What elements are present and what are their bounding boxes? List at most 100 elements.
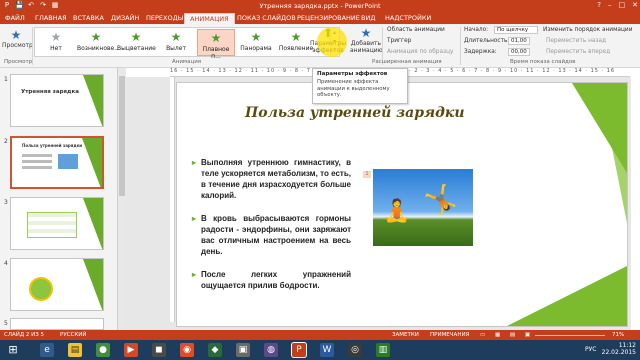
clock-time: 11:12 [618,342,636,349]
vertical-ruler [170,77,175,322]
preview-button[interactable]: ★ Просмотр [2,28,33,49]
thumbnail-slide-1[interactable]: Утренняя зарядка [10,74,104,127]
anim-label: Плавное п... [202,46,230,60]
thumbnail-number: 5 [4,320,8,327]
view-buttons[interactable]: ▭ ▦ ▤ ▣ [480,330,534,340]
scrollbar-thumb[interactable] [119,76,125,196]
tab-addins[interactable]: НАДСТРОЙКИ [380,13,436,24]
ie-icon[interactable]: e [40,343,54,357]
thumbnail-table [27,212,77,238]
thumb-decoration [83,198,103,249]
preview-label: Просмотр [2,42,33,49]
delay-field[interactable]: 00,00 [508,48,530,56]
windows-taskbar: ⊞ e ▤ ● ▶ ◼ ◉ ◆ ▣ ◍ P W ◎ ▥ РУС 11:12 22… [0,340,640,360]
anim-label: Появление [278,45,314,52]
app-icon[interactable]: ◍ [264,343,278,357]
language-indicator[interactable]: РУССКИЙ [60,330,86,340]
separator [32,27,33,65]
duration-label: Длительность: [464,38,510,44]
comments-button[interactable]: ПРИМЕЧАНИЯ [430,330,469,340]
system-clock[interactable]: 11:12 22.02.2015 [602,342,636,356]
title-bar: P 💾 ↶ ↷ ▦ Утренняя зарядка.pptx - PowerP… [0,0,640,12]
app-icon[interactable]: ● [96,343,110,357]
clock-date: 22.02.2015 [601,349,636,356]
move-forward-button[interactable]: Переместить вперед [546,49,610,55]
tooltip-description: Применение эффекта анимации к выделенном… [317,79,390,98]
app-icon[interactable]: ◆ [208,343,222,357]
animation-order-tag[interactable]: 1 [363,171,371,178]
windows-start-icon[interactable]: ⊞ [6,343,20,357]
maximize-button[interactable]: □ [619,1,626,10]
minimize-button[interactable]: – [608,1,612,10]
animation-painter-button[interactable]: Анимация по образцу [387,49,453,55]
slide-photo[interactable]: 🤸 🧘 [373,169,473,246]
firefox-icon[interactable]: ◉ [180,343,194,357]
thumbnail-slide-2[interactable]: Польза утренней зарядки [10,136,104,189]
slide-bullet-2[interactable]: В кровь выбрасываются гормоны радости - … [192,213,351,257]
window-controls: ? – □ ✕ [597,1,638,10]
figure-icon: 🧘 [383,199,411,224]
powerpoint-taskbar-icon[interactable]: P [291,342,307,358]
thumbnail-chart [29,277,53,301]
anim-appear[interactable]: ★ Возникнове... [77,29,120,56]
slide-thumbnails-pane: 1 Утренняя зарядка 2 Польза утренней зар… [0,68,118,330]
tab-insert[interactable]: ВСТАВКА [68,13,109,24]
thumb-decoration [83,75,103,126]
explorer-icon[interactable]: ▤ [68,343,82,357]
thumbnail-slide-3[interactable] [10,197,104,250]
tab-view[interactable]: ВИД [356,13,380,24]
close-button[interactable]: ✕ [632,1,638,10]
separator [460,27,461,65]
cursor-highlight [317,27,347,57]
help-icon[interactable]: ? [597,1,601,10]
slide-counter: СЛАЙД 2 ИЗ 5 [4,332,45,338]
effect-options-tooltip: Параметры эффектов Применение эффекта ан… [312,68,408,104]
anim-zoom[interactable]: ★ Панорама [237,29,275,56]
anim-float-in[interactable]: ★ Плавное п... [197,29,235,60]
tab-file[interactable]: ФАЙЛ [0,13,26,24]
window-title: Утренняя зарядка.pptx - PowerPoint [259,2,381,10]
delay-label: Задержка: [464,49,497,55]
thumbnail-title: Утренняя зарядка [21,89,79,95]
zoom-level[interactable]: 71% [612,330,624,340]
tab-design[interactable]: ДИЗАЙН [106,13,144,24]
status-bar: СЛАЙД 2 ИЗ 5 РУССКИЙ ЗАМЕТКИ ПРИМЕЧАНИЯ … [0,330,640,340]
current-slide[interactable]: Польза утренней зарядки Выполняя утренню… [176,82,628,327]
trigger-button[interactable]: Триггер [387,38,411,44]
app-icon[interactable]: ▶ [124,343,138,357]
star-icon: ★ [210,31,222,45]
thumbnail-slide-5[interactable] [10,318,104,330]
app-icon[interactable]: ◎ [348,343,362,357]
tab-animation[interactable]: АНИМАЦИЯ [184,13,235,24]
slide-title[interactable]: Польза утренней зарядки [245,105,465,121]
zoom-slider[interactable] [535,335,605,336]
app-icon[interactable]: ◼ [152,343,166,357]
app-icon[interactable]: ▣ [236,343,250,357]
group-timing-label: Время показа слайдов [510,59,576,65]
anim-label: Панорама [240,45,272,52]
input-language[interactable]: РУС [585,346,596,353]
anim-none[interactable]: ★ Нет [37,29,75,56]
app-icon[interactable]: ▥ [376,343,390,357]
tab-slideshow[interactable]: ПОКАЗ СЛАЙДОВ [232,13,301,24]
slide-bullet-1[interactable]: Выполняя утреннюю гимнастику, в теле уск… [192,157,351,201]
figure-icon: 🤸 [423,183,458,216]
tab-review[interactable]: РЕЦЕНЗИРОВАНИЕ [292,13,365,24]
anim-fade[interactable]: ★ Выцветание [117,29,156,56]
anim-fly-in[interactable]: ★ Вылет [157,29,195,56]
thumbnail-slide-4[interactable] [10,258,104,311]
tooltip-title: Параметры эффектов [317,71,388,77]
add-animation-button[interactable]: ★ Добавить анимацию [350,26,383,54]
notes-button[interactable]: ЗАМЕТКИ [392,330,419,340]
slide-bullet-3[interactable]: После легких упражнений ощущается прилив… [192,269,351,291]
duration-field[interactable]: 01,00 [508,37,530,45]
tab-transitions[interactable]: ПЕРЕХОДЫ [141,13,188,24]
word-icon[interactable]: W [320,343,334,357]
tab-home[interactable]: ГЛАВНАЯ [30,13,72,24]
animation-pane-button[interactable]: Область анимации [387,27,445,33]
add-animation-label: Добавить анимацию [350,40,383,54]
move-back-button[interactable]: Переместить назад [546,38,606,44]
reorder-label: Изменить порядок анимации [543,27,633,33]
thumbnails-scrollbar[interactable] [118,68,126,330]
start-select[interactable]: По щелчку [494,26,538,34]
